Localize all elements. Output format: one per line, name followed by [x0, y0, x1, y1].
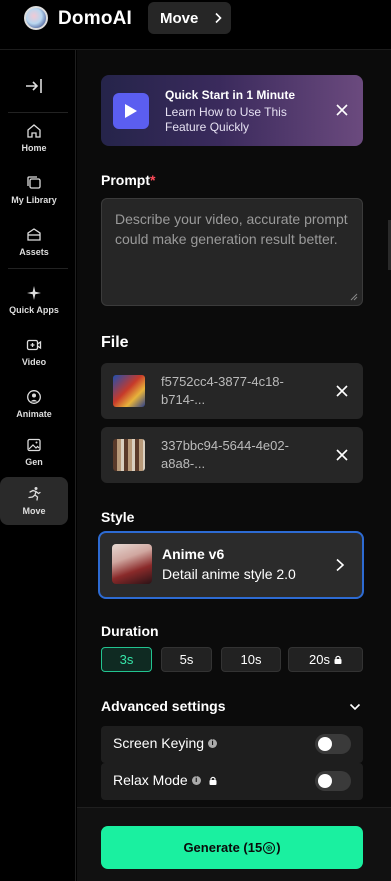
- sidebar-item-my-library[interactable]: My Library: [0, 166, 68, 214]
- duration-option-label: 5s: [179, 652, 194, 667]
- screen-keying-toggle[interactable]: [315, 734, 351, 754]
- lock-icon: [209, 776, 217, 785]
- remove-file-icon[interactable]: [335, 384, 349, 398]
- duration-option-label: 10s: [240, 652, 262, 667]
- sidebar-item-label: Move: [22, 506, 46, 516]
- sidebar: Home My Library Assets Quick Apps Video …: [0, 50, 76, 881]
- sidebar-item-label: My Library: [11, 195, 57, 205]
- quick-start-banner[interactable]: Quick Start in 1 Minute Learn How to Use…: [101, 75, 363, 146]
- generate-footer: Generate (15 ◎ ): [77, 807, 391, 881]
- file-item[interactable]: 337bbc94-5644-4e02-a8a8-...: [101, 427, 363, 483]
- sidebar-item-move[interactable]: Move: [0, 477, 68, 525]
- sidebar-divider: [8, 268, 68, 269]
- setting-label-text: Screen Keying: [113, 735, 205, 751]
- advanced-settings-toggle[interactable]: Advanced settings: [101, 698, 363, 718]
- duration-option-10s[interactable]: 10s: [221, 647, 281, 672]
- sidebar-item-quick-apps[interactable]: Quick Apps: [0, 276, 68, 324]
- home-icon: [27, 124, 41, 138]
- sidebar-item-gen[interactable]: Gen: [0, 428, 68, 476]
- style-label: Style: [101, 509, 135, 525]
- play-icon: [125, 104, 137, 118]
- file-label: File: [101, 334, 129, 351]
- file-thumbnail: [113, 439, 145, 471]
- generate-button[interactable]: Generate (15 ◎ ): [101, 826, 363, 869]
- style-thumbnail: [112, 544, 152, 584]
- top-bar: DomoAI Move: [0, 0, 391, 50]
- chevron-right-icon: [336, 558, 345, 572]
- sidebar-divider: [8, 112, 68, 113]
- duration-option-label: 3s: [119, 652, 134, 667]
- file-thumbnail: [113, 375, 145, 407]
- remove-file-icon[interactable]: [335, 448, 349, 462]
- play-button[interactable]: [113, 93, 149, 129]
- sidebar-item-label: Home: [21, 143, 47, 153]
- file-item[interactable]: f5752cc4-3877-4c18-b714-...: [101, 363, 363, 419]
- image-icon: [27, 438, 41, 452]
- close-icon[interactable]: [335, 103, 349, 117]
- domoai-logo[interactable]: [24, 6, 48, 30]
- style-selector[interactable]: Anime v6 Detail anime style 2.0: [98, 531, 364, 599]
- collapse-sidebar-icon[interactable]: [24, 76, 44, 96]
- resize-grip-icon[interactable]: [350, 293, 358, 301]
- library-icon: [27, 176, 41, 189]
- style-name: Anime v6: [162, 546, 225, 562]
- duration-option-5s[interactable]: 5s: [161, 647, 212, 672]
- style-description: Detail anime style 2.0: [162, 566, 296, 582]
- sparkle-icon: [27, 286, 41, 300]
- duration-option-3s[interactable]: 3s: [101, 647, 152, 672]
- duration-option-20s[interactable]: 20s: [288, 647, 363, 672]
- info-icon[interactable]: i: [208, 738, 218, 748]
- sidebar-item-label: Animate: [16, 409, 52, 419]
- duration-option-label: 20s: [309, 652, 330, 667]
- advanced-settings-label: Advanced settings: [101, 698, 226, 714]
- info-icon[interactable]: i: [191, 775, 201, 785]
- sidebar-item-video[interactable]: Video: [0, 328, 68, 376]
- credit-coin-icon: ◎: [263, 841, 276, 854]
- setting-label: Relax Mode i: [113, 772, 217, 788]
- setting-screen-keying: Screen Keying i: [101, 726, 363, 763]
- main-panel: Quick Start in 1 Minute Learn How to Use…: [77, 50, 391, 881]
- banner-subtitle: Learn How to Use This Feature Quickly: [165, 105, 287, 134]
- setting-relax-mode: Relax Mode i: [101, 763, 363, 800]
- brand-name[interactable]: DomoAI: [58, 8, 132, 30]
- current-page-chip[interactable]: Move: [148, 2, 231, 34]
- chevron-right-icon: [215, 12, 222, 24]
- sidebar-item-label: Quick Apps: [9, 305, 59, 315]
- file-name: 337bbc94-5644-4e02-a8a8-...: [161, 438, 289, 471]
- setting-label-text: Relax Mode: [113, 772, 188, 788]
- sidebar-item-animate[interactable]: Animate: [0, 380, 68, 428]
- relax-mode-toggle[interactable]: [315, 771, 351, 791]
- animate-icon: [27, 390, 41, 404]
- sidebar-item-label: Gen: [25, 457, 43, 467]
- prompt-label-text: Prompt: [101, 172, 150, 188]
- prompt-input[interactable]: [102, 199, 362, 305]
- generate-button-label: Generate (15: [183, 840, 263, 855]
- chevron-down-icon: [349, 703, 361, 711]
- sidebar-item-home[interactable]: Home: [0, 114, 68, 162]
- required-mark: *: [150, 172, 156, 188]
- sidebar-item-label: Assets: [19, 247, 49, 257]
- assets-icon: [27, 228, 41, 241]
- banner-title: Quick Start in 1 Minute: [165, 88, 296, 102]
- running-person-icon: [28, 487, 41, 501]
- prompt-label: Prompt*: [101, 172, 155, 188]
- sidebar-item-assets[interactable]: Assets: [0, 218, 68, 266]
- sidebar-item-label: Video: [21, 357, 47, 367]
- file-name: f5752cc4-3877-4c18-b714-...: [161, 374, 284, 407]
- current-page-label: Move: [160, 9, 199, 27]
- duration-label: Duration: [101, 623, 159, 639]
- video-plus-icon: [26, 339, 42, 351]
- prompt-box: [101, 198, 363, 306]
- lock-icon: [334, 655, 342, 664]
- setting-label: Screen Keying i: [113, 735, 218, 751]
- generate-button-suffix: ): [276, 840, 281, 855]
